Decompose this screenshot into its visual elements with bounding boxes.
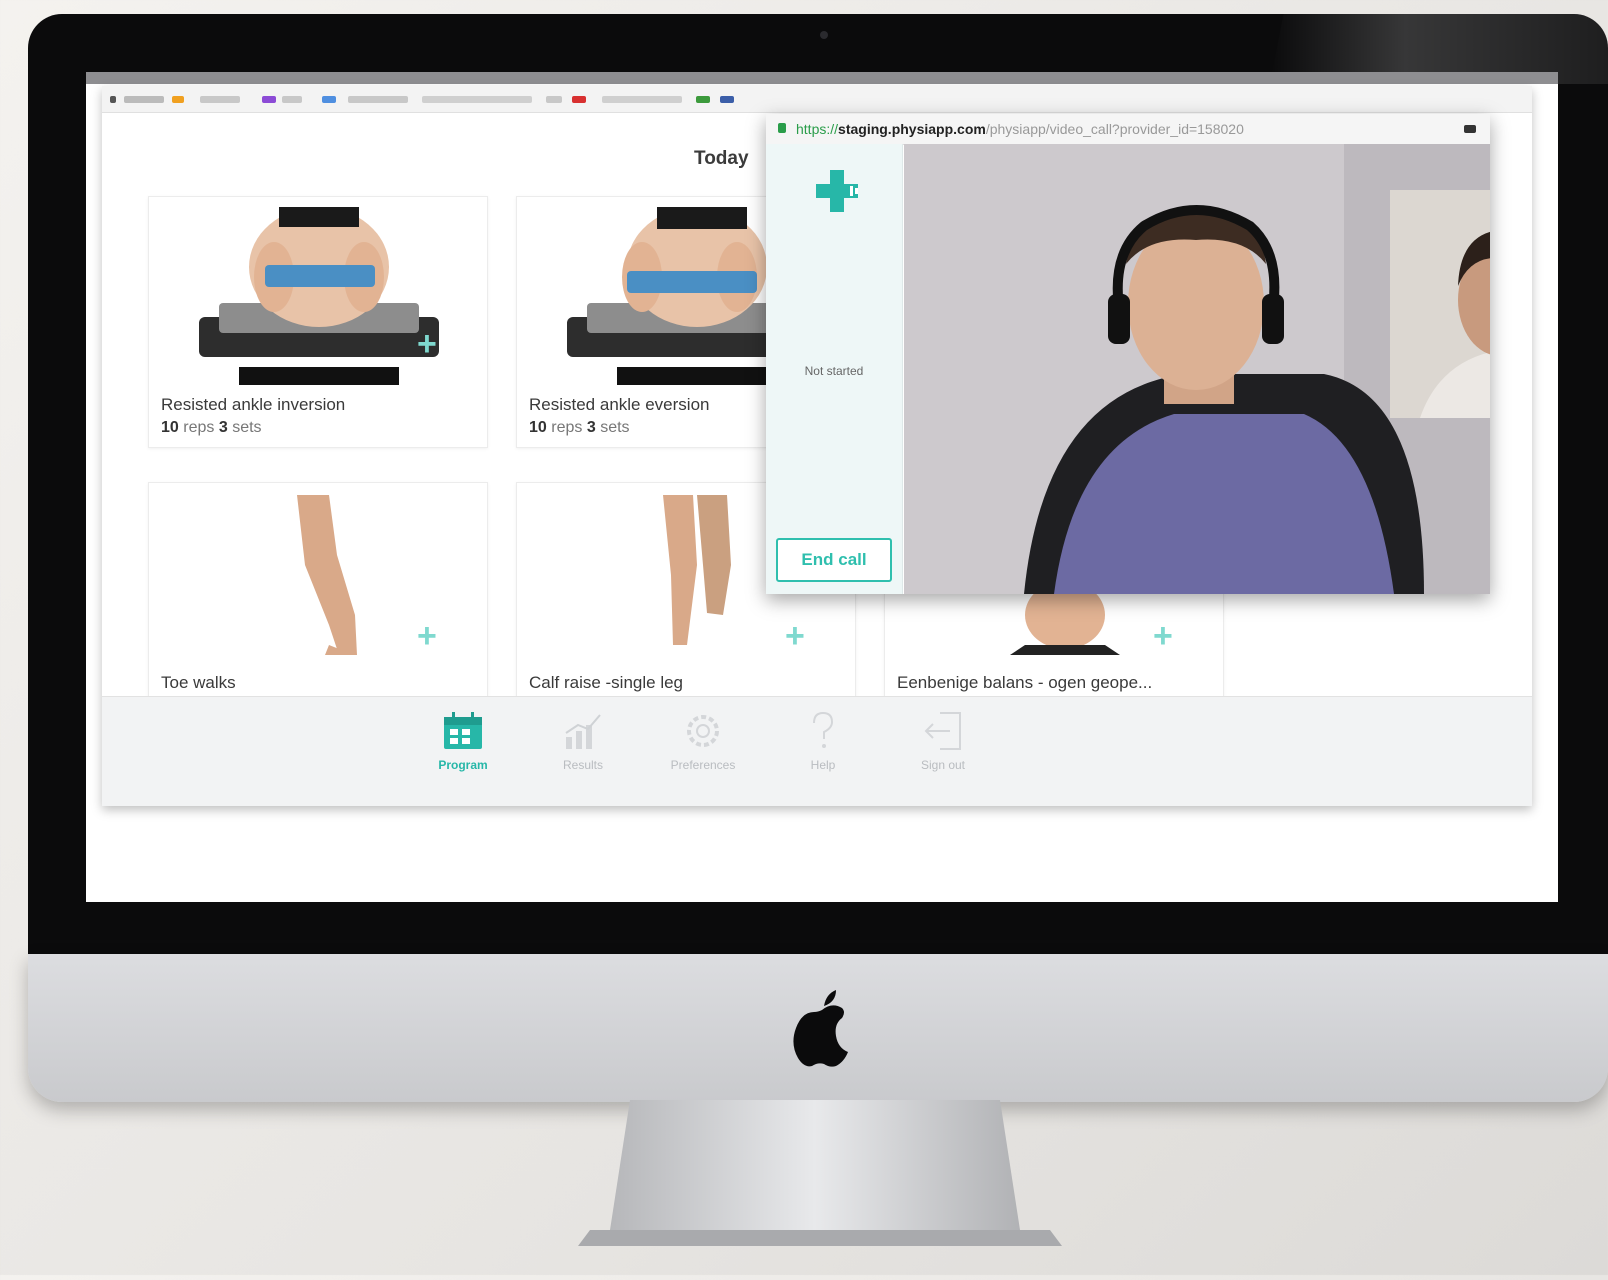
section-title: Today — [694, 148, 749, 169]
bookmark-icon[interactable] — [262, 96, 276, 103]
exercise-image — [179, 495, 457, 665]
app-window: Today + Resisted ankle inversion 10 reps — [102, 86, 1532, 806]
lock-icon — [778, 123, 786, 133]
url-bar[interactable]: https://staging.physiapp.com/physiapp/vi… — [766, 114, 1490, 145]
apple-logo-icon — [792, 988, 852, 1068]
end-call-button[interactable]: End call — [776, 538, 892, 582]
screen: Today + Resisted ankle inversion 10 reps — [86, 72, 1558, 902]
card-reps: 10 reps 3 sets — [529, 419, 630, 436]
bookmark-item[interactable] — [422, 96, 532, 103]
nav-label: Help — [810, 758, 836, 772]
calendar-icon — [442, 712, 484, 755]
question-icon — [802, 711, 844, 755]
bookmark-icon[interactable] — [110, 96, 116, 103]
chart-icon — [562, 714, 604, 755]
add-icon[interactable]: + — [417, 619, 437, 653]
remote-video — [904, 144, 1490, 594]
camera-icon — [820, 31, 828, 39]
nav-label: Preferences — [670, 758, 736, 772]
bookmark-item[interactable] — [200, 96, 240, 103]
camera-indicator-icon — [1464, 125, 1476, 133]
imac-stand — [550, 1100, 1090, 1275]
video-call-popup: https://staging.physiapp.com/physiapp/vi… — [766, 114, 1490, 594]
bookmark-icon[interactable] — [322, 96, 336, 103]
sign-out-icon — [922, 712, 964, 755]
self-view-video — [1390, 190, 1490, 418]
gear-icon — [682, 715, 724, 755]
nav-label: Sign out — [920, 758, 966, 772]
exercise-image — [179, 207, 457, 387]
nav-label: Results — [562, 758, 603, 772]
exercise-card[interactable]: + Resisted ankle inversion 10 reps 3 set… — [148, 196, 488, 448]
card-reps: 10 reps 3 sets — [161, 419, 262, 436]
bookmark-item[interactable] — [282, 96, 302, 103]
bookmarks-bar — [102, 86, 1532, 113]
card-title: Resisted ankle eversion — [529, 395, 710, 414]
add-icon[interactable]: + — [417, 327, 437, 361]
card-title: Resisted ankle inversion — [161, 395, 346, 414]
card-title: Eenbenige balans - ogen geope... — [897, 673, 1153, 692]
nav-sign-out[interactable]: Sign out — [888, 711, 998, 772]
bookmark-item[interactable] — [602, 96, 682, 103]
nav-program[interactable]: Program — [408, 711, 518, 772]
physiapp-logo-icon — [812, 166, 862, 221]
bottom-nav: Program Results Preferences Help Sign ou… — [102, 696, 1532, 806]
url-text: https://staging.physiapp.com/physiapp/vi… — [796, 121, 1244, 137]
screen-top-bar — [86, 72, 1558, 84]
card-title: Calf raise -single leg — [529, 673, 684, 692]
bookmark-icon[interactable] — [720, 96, 734, 103]
bookmark-icon[interactable] — [696, 96, 710, 103]
nav-results[interactable]: Results — [528, 711, 638, 772]
add-icon[interactable]: + — [785, 619, 805, 653]
bookmark-icon[interactable] — [572, 96, 586, 103]
bookmark-icon[interactable] — [172, 96, 184, 103]
call-sidebar: Not started End call — [766, 144, 903, 594]
exercise-card[interactable]: + Toe walks — [148, 482, 488, 704]
bookmark-item[interactable] — [124, 96, 164, 103]
bookmark-item[interactable] — [546, 96, 562, 103]
bookmark-item[interactable] — [348, 96, 408, 103]
card-title: Toe walks — [161, 673, 236, 692]
nav-label: Program — [438, 758, 488, 772]
nav-preferences[interactable]: Preferences — [648, 711, 758, 772]
add-icon[interactable]: + — [1153, 619, 1173, 653]
call-status: Not started — [804, 364, 864, 378]
nav-help[interactable]: Help — [768, 711, 878, 772]
